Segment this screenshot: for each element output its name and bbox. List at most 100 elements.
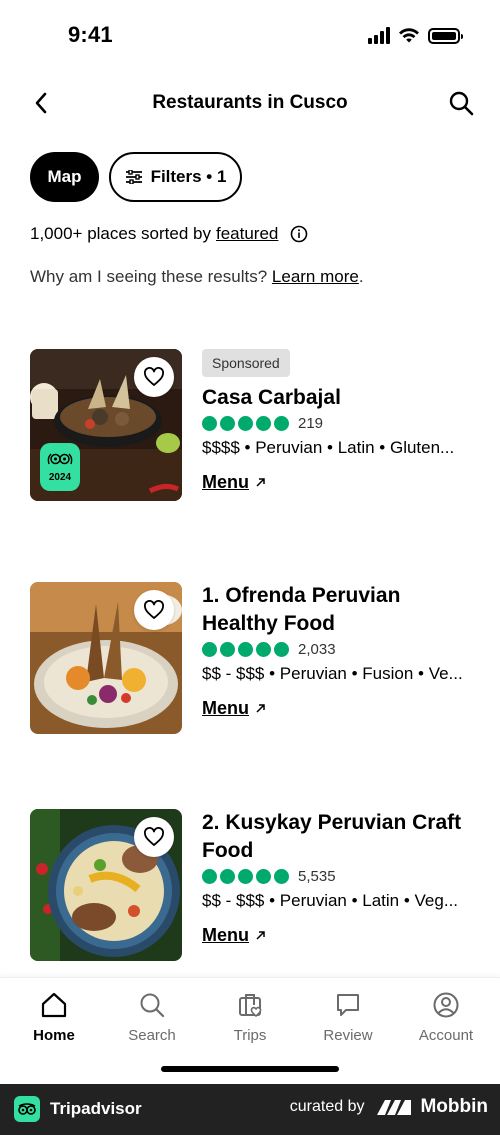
sponsored-badge: Sponsored [202,349,290,377]
tab-label: Account [418,1027,474,1044]
listing-info: Sponsored Casa Carbajal 219 $$$$ • Peruv… [202,349,472,493]
tab-label: Home [33,1027,75,1044]
battery-icon [428,27,463,44]
restaurant-details: $$ - $$$ • Peruvian • Fusion • Ve... [202,664,463,683]
filters-button[interactable]: Filters • 1 [109,152,242,202]
restaurant-name[interactable]: 1. Ofrenda Peruvian Healthy Food [202,582,472,638]
tripadvisor-owl-icon [47,453,73,465]
restaurant-photo[interactable] [30,809,182,961]
learn-more-link[interactable]: Learn more [272,267,359,286]
rating-bubble [238,642,253,657]
account-icon [433,992,459,1018]
tab-trips[interactable]: Trips [201,991,299,1044]
award-year: 2024 [48,472,72,483]
rating-bubble [238,869,253,884]
listing-info: 1. Ofrenda Peruvian Healthy Food 2,033 $… [202,582,472,719]
rating-bubble [256,416,271,431]
search-icon [140,993,165,1018]
heart-icon [144,600,164,619]
restaurant-name[interactable]: 2. Kusykay Peruvian Craft Food [202,809,472,865]
rating-bubble [274,869,289,884]
sliders-icon [125,170,142,184]
review-count: 5,535 [298,868,336,885]
menu-link[interactable]: Menu [202,925,472,946]
tripadvisor-brand: Tripadvisor [14,1096,142,1122]
external-link-icon [256,704,265,713]
restaurant-details: $$ - $$$ • Peruvian • Latin • Veg... [202,891,459,910]
mobbin-name: Mobbin [420,1096,488,1117]
rating-bubble [274,642,289,657]
heart-icon [144,367,164,386]
top-app-bar: Restaurants in Cusco [0,78,500,130]
restaurant-photo[interactable]: 2024 [30,349,182,501]
external-link-icon [256,478,265,487]
tab-search[interactable]: Search [103,991,201,1044]
menu-label: Menu [202,698,249,718]
sort-link[interactable]: featured [216,224,278,244]
home-icon [41,992,67,1018]
tab-home[interactable]: Home [5,991,103,1044]
curated-by-text: curated by [289,1098,365,1115]
menu-label: Menu [202,472,249,492]
tripadvisor-logo-icon [14,1096,40,1122]
status-bar: 9:41 [0,0,500,70]
tab-label: Trips [233,1027,267,1044]
status-time: 9:41 [68,22,113,47]
cellular-signal-icon [368,27,390,44]
filters-label: Filters • 1 [150,167,227,186]
heart-icon [144,827,164,846]
rating: 2,033 [202,641,472,658]
rating-bubble [220,869,235,884]
save-button[interactable] [134,357,174,397]
menu-link[interactable]: Menu [202,472,472,493]
external-link-icon [256,931,265,940]
filter-chips: Map Filters • 1 [30,152,242,202]
restaurant-details: $$$$ • Peruvian • Latin • Gluten... [202,438,455,457]
curated-by: curated by Mobbin [290,1096,488,1118]
restaurant-photo[interactable] [30,582,182,734]
tab-label: Review [323,1027,373,1044]
save-button[interactable] [134,817,174,857]
brand-name: Tripadvisor [50,1099,142,1118]
why-results: Why am I seeing these results? Learn mor… [30,267,364,287]
period-text: . [358,267,364,286]
brand-footer: Tripadvisor curated by Mobbin [0,1084,500,1135]
save-button[interactable] [134,590,174,630]
rating-bubble [274,416,289,431]
search-icon [449,91,474,116]
rating: 5,535 [202,868,472,885]
results-count: 1,000+ places sorted by [30,224,211,243]
review-icon [337,994,359,1016]
tab-account[interactable]: Account [397,991,495,1044]
listing-info: 2. Kusykay Peruvian Craft Food 5,535 $$ … [202,809,472,946]
rating-bubble [220,642,235,657]
listing-card[interactable]: 1. Ofrenda Peruvian Healthy Food 2,033 $… [30,582,470,742]
tab-label: Search [128,1027,176,1044]
menu-label: Menu [202,925,249,945]
rating-bubble [256,642,271,657]
menu-link[interactable]: Menu [202,698,472,719]
review-count: 2,033 [298,641,336,658]
why-text: Why am I seeing these results? [30,267,268,286]
home-indicator[interactable] [161,1066,339,1072]
rating-bubble [202,869,217,884]
results-summary: 1,000+ places sorted by featured [30,224,308,244]
wifi-icon [399,28,419,43]
rating-bubble [220,416,235,431]
rating-bubble [202,416,217,431]
review-count: 219 [298,415,324,432]
rating-bubble [202,642,217,657]
mobbin-brand: Mobbin [376,1096,488,1118]
search-button[interactable] [446,88,476,118]
info-icon[interactable] [290,225,308,243]
map-button[interactable]: Map [30,152,99,202]
trips-icon [239,994,262,1018]
mobbin-logo-icon [377,1100,412,1115]
page-title: Restaurants in Cusco [152,92,348,113]
tab-review[interactable]: Review [299,991,397,1044]
listing-card[interactable]: 2. Kusykay Peruvian Craft Food 5,535 $$ … [30,809,470,969]
restaurant-name[interactable]: Casa Carbajal [202,384,472,412]
status-icons [368,27,463,44]
listing-card[interactable]: 2024 Sponsored Casa Carbajal 219 $$$$ • … [30,349,470,509]
travelers-choice-badge: 2024 [40,443,80,491]
